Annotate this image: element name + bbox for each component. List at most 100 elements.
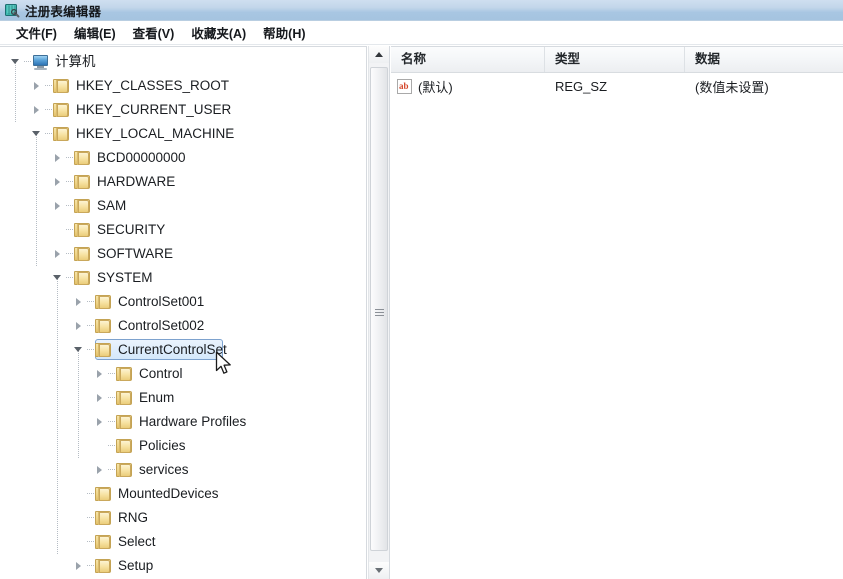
expand-arrow-icon[interactable]: [29, 98, 45, 122]
list-body: ab (默认) REG_SZ (数值未设置): [391, 73, 843, 99]
tree-item-label: SYSTEM: [97, 270, 153, 285]
tree-item-label: 计算机: [55, 54, 96, 69]
scroll-up-arrow[interactable]: [369, 46, 389, 63]
expand-arrow-icon[interactable]: [50, 194, 66, 218]
folder-icon: [95, 558, 112, 574]
folder-icon: [53, 78, 70, 94]
expand-arrow-icon[interactable]: [50, 242, 66, 266]
tree-item-currentcontrolset[interactable]: CurrentControlSet: [0, 338, 366, 362]
column-header-name[interactable]: 名称: [391, 47, 545, 72]
tree-item-setup[interactable]: Setup: [0, 554, 366, 578]
list-row[interactable]: ab (默认) REG_SZ (数值未设置): [391, 73, 843, 99]
expand-arrow-icon[interactable]: [29, 74, 45, 98]
tree-item-control[interactable]: Control: [0, 362, 366, 386]
folder-icon: [95, 534, 112, 550]
expand-arrow-icon[interactable]: [71, 290, 87, 314]
column-header-data[interactable]: 数据: [685, 47, 843, 72]
tree-connector-line: [108, 397, 115, 399]
folder-icon: [95, 318, 112, 334]
tree-item-label: SECURITY: [97, 222, 166, 237]
expand-arrow-icon[interactable]: [92, 362, 108, 386]
tree-connector-line: [108, 469, 115, 471]
tree-connector-line: [87, 541, 94, 543]
collapse-arrow-icon[interactable]: [29, 122, 45, 146]
folder-icon: [95, 510, 112, 526]
tree-connector-line: [87, 493, 94, 495]
registry-editor-window: 注册表编辑器 文件(F) 编辑(E) 查看(V) 收藏夹(A) 帮助(H) 计算…: [0, 0, 843, 579]
scroll-down-arrow[interactable]: [369, 562, 389, 579]
expand-arrow-icon[interactable]: [92, 458, 108, 482]
list-cell-data: (数值未设置): [695, 79, 769, 95]
list-cell-type: REG_SZ: [555, 78, 608, 94]
tree-item-hardware-profiles[interactable]: Hardware Profiles: [0, 410, 366, 434]
expand-arrow-icon[interactable]: [50, 170, 66, 194]
folder-icon: [116, 390, 133, 406]
tree-item-label: ControlSet001: [118, 294, 205, 309]
title-bar: 注册表编辑器: [0, 0, 843, 21]
column-header-type[interactable]: 类型: [545, 47, 685, 72]
expand-arrow-icon[interactable]: [71, 554, 87, 578]
tree-item-label: ControlSet002: [118, 318, 205, 333]
tree-connector-line: [45, 85, 52, 87]
tree-item--[interactable]: 计算机: [0, 50, 366, 74]
tree-item-policies[interactable]: Policies: [0, 434, 366, 458]
tree-connector-line: [66, 229, 73, 231]
tree-vertical-scrollbar[interactable]: [368, 46, 390, 579]
registry-tree[interactable]: 计算机 HKEY_CLASSES_ROOT HKEY_CURRENT_USER HKE…: [0, 47, 366, 578]
tree-item-hardware[interactable]: HARDWARE: [0, 170, 366, 194]
menu-help[interactable]: 帮助(H): [255, 21, 314, 44]
tree-item-rng[interactable]: RNG: [0, 506, 366, 530]
tree-item-security[interactable]: SECURITY: [0, 218, 366, 242]
tree-connector-line: [87, 349, 94, 351]
values-list-pane: 名称 类型 数据 ab (默认) REG_SZ (数值未设置): [391, 46, 843, 579]
tree-connector-line: [87, 301, 94, 303]
expand-arrow-icon[interactable]: [71, 314, 87, 338]
tree-item-label: HKEY_CURRENT_USER: [76, 102, 232, 117]
tree-item-label: Control: [139, 366, 183, 381]
tree-item-software[interactable]: SOFTWARE: [0, 242, 366, 266]
folder-icon: [116, 438, 133, 454]
folder-icon: [74, 150, 91, 166]
folder-icon: [74, 246, 91, 262]
tree-item-bcd00000000[interactable]: BCD00000000: [0, 146, 366, 170]
tree-item-label: MountedDevices: [118, 486, 219, 501]
tree-item-hkey-current-user[interactable]: HKEY_CURRENT_USER: [0, 98, 366, 122]
tree-item-hkey-classes-root[interactable]: HKEY_CLASSES_ROOT: [0, 74, 366, 98]
tree-item-select[interactable]: Select: [0, 530, 366, 554]
tree-item-label: HARDWARE: [97, 174, 176, 189]
tree-connector-line: [66, 277, 73, 279]
expand-arrow-icon[interactable]: [92, 386, 108, 410]
tree-item-hkey-local-machine[interactable]: HKEY_LOCAL_MACHINE: [0, 122, 366, 146]
computer-icon: [32, 54, 49, 70]
scroll-thumb[interactable]: [370, 67, 388, 551]
tree-item-enum[interactable]: Enum: [0, 386, 366, 410]
tree-connector-line: [66, 205, 73, 207]
expand-arrow-icon[interactable]: [92, 410, 108, 434]
tree-item-controlset001[interactable]: ControlSet001: [0, 290, 366, 314]
folder-icon: [74, 270, 91, 286]
registry-editor-icon: [4, 2, 20, 18]
tree-item-mounteddevices[interactable]: MountedDevices: [0, 482, 366, 506]
folder-icon: [95, 342, 112, 358]
tree-item-sam[interactable]: SAM: [0, 194, 366, 218]
tree-item-system[interactable]: SYSTEM: [0, 266, 366, 290]
tree-connector-line: [108, 373, 115, 375]
tree-connector-line: [108, 445, 115, 447]
folder-icon: [74, 222, 91, 238]
menu-file[interactable]: 文件(F): [8, 21, 66, 44]
collapse-arrow-icon[interactable]: [8, 50, 24, 74]
tree-item-controlset002[interactable]: ControlSet002: [0, 314, 366, 338]
collapse-arrow-icon[interactable]: [50, 266, 66, 290]
tree-item-services[interactable]: services: [0, 458, 366, 482]
folder-icon: [53, 102, 70, 118]
menu-edit[interactable]: 编辑(E): [66, 21, 125, 44]
menu-view[interactable]: 查看(V): [125, 21, 184, 44]
folder-icon: [95, 294, 112, 310]
folder-icon: [74, 198, 91, 214]
collapse-arrow-icon[interactable]: [71, 338, 87, 362]
menu-favorites[interactable]: 收藏夹(A): [183, 21, 255, 44]
expand-arrow-icon[interactable]: [50, 146, 66, 170]
